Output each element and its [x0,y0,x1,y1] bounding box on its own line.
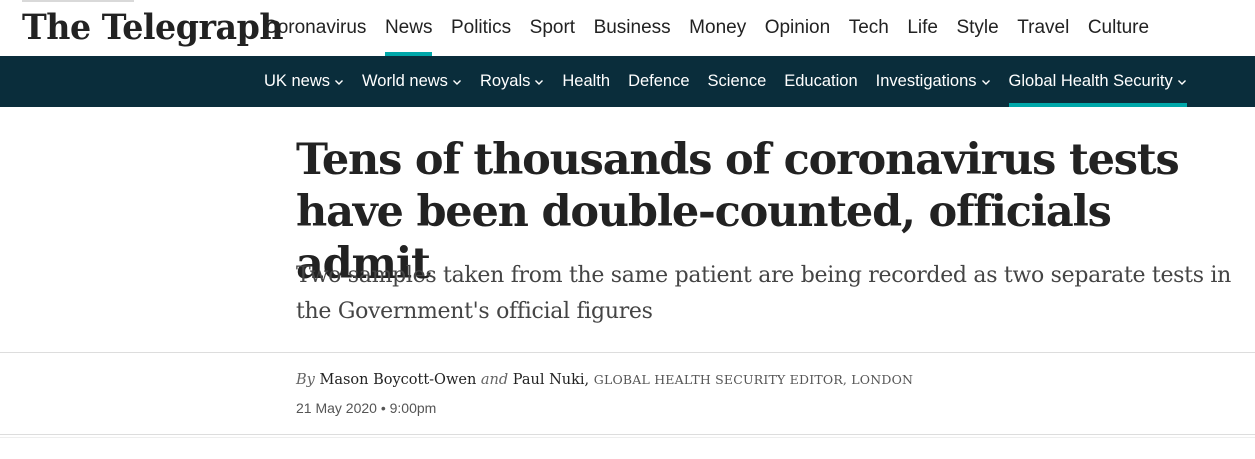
main-nav-coronavirus[interactable]: Coronavirus [264,0,366,56]
author-link[interactable]: Paul Nuki, [513,372,589,388]
main-nav-opinion[interactable]: Opinion [765,0,831,56]
main-nav-life[interactable]: Life [907,0,938,56]
main-nav-news[interactable]: News [384,0,432,56]
sub-nav-education[interactable]: Education [784,56,857,107]
divider [0,434,1255,435]
chevron-down-icon [535,79,544,85]
main-nav: Coronavirus News Politics Sport Business… [264,0,1168,56]
byline-by: By [296,372,315,388]
main-nav-tech[interactable]: Tech [849,0,889,56]
divider [0,437,1255,438]
chevron-down-icon [452,79,461,85]
main-nav-politics[interactable]: Politics [451,0,511,56]
sub-nav-world-news[interactable]: World news [362,56,462,107]
sub-nav-label: Royals [479,72,531,90]
divider [0,352,1255,353]
main-nav-culture[interactable]: Culture [1088,0,1149,56]
author-role: GLOBAL HEALTH SECURITY EDITOR, LONDON [593,372,914,387]
sub-nav-uk-news[interactable]: UK news [264,56,344,107]
top-header: The Telegraph Coronavirus News Politics … [0,0,1255,56]
sub-nav-label: Global Health Security [1008,72,1173,90]
main-nav-sport[interactable]: Sport [530,0,575,56]
chevron-down-icon [1177,79,1186,85]
top-divider [22,0,134,2]
byline: By Mason Boycott-Owen and Paul Nuki, GLO… [296,372,913,388]
author-link[interactable]: Mason Boycott-Owen [319,372,476,388]
sub-nav-defence[interactable]: Defence [628,56,689,107]
article-standfirst: Two samples taken from the same patient … [296,263,1231,324]
main-nav-travel[interactable]: Travel [1017,0,1069,56]
sub-nav-investigations[interactable]: Investigations [876,56,991,107]
sub-nav: UK news World news Royals Health Defence… [264,56,1205,107]
publish-date: 21 May 2020 • 9:00pm [296,400,437,416]
sub-nav-label: Health [562,72,611,90]
main-nav-money[interactable]: Money [689,0,746,56]
sub-nav-global-health-security[interactable]: Global Health Security [1008,56,1187,107]
sub-nav-label: World news [362,72,448,90]
sub-nav-health[interactable]: Health [562,56,610,107]
sub-nav-label: UK news [264,72,331,90]
sub-nav-science[interactable]: Science [708,56,767,107]
telegraph-logo[interactable]: The Telegraph [22,6,284,50]
sub-nav-label: Science [707,72,767,90]
sub-nav-royals[interactable]: Royals [480,56,544,107]
sub-nav-label: Investigations [875,72,977,90]
main-nav-style[interactable]: Style [956,0,998,56]
main-nav-business[interactable]: Business [594,0,671,56]
chevron-down-icon [981,79,990,85]
sub-nav-label: Defence [628,72,690,90]
byline-and: and [480,372,509,388]
sub-nav-bar: UK news World news Royals Health Defence… [0,56,1255,107]
sub-nav-label: Education [784,72,858,90]
chevron-down-icon [335,79,344,85]
